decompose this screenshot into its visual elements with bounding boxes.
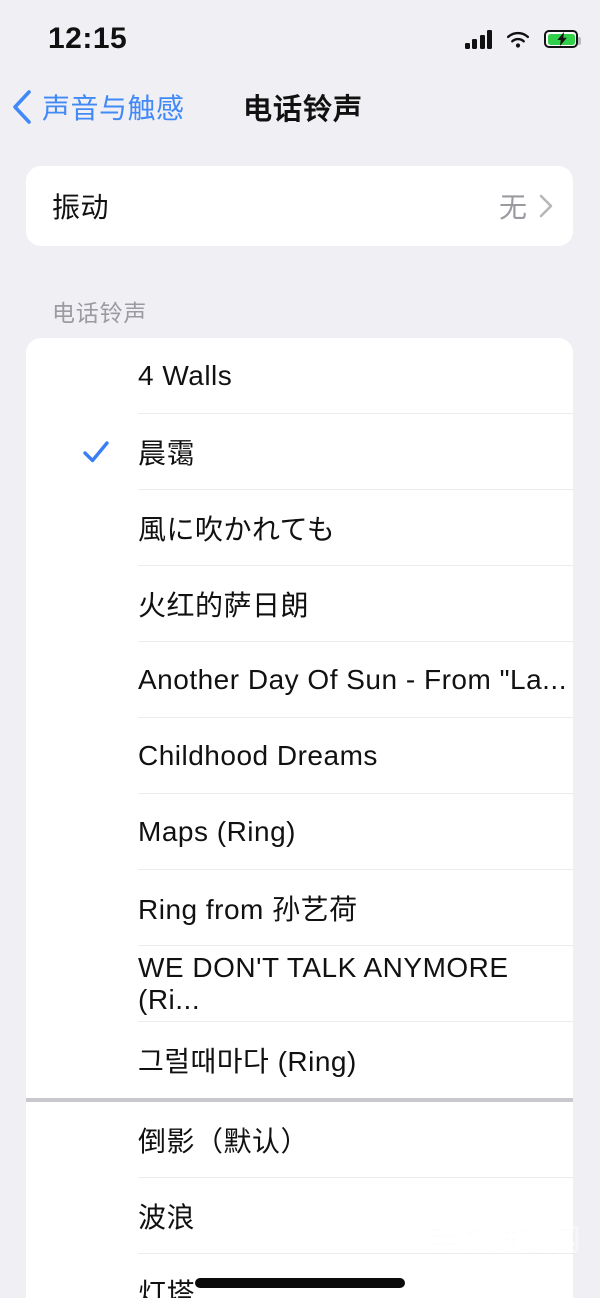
status-bar: 12:15 <box>0 0 600 72</box>
chevron-right-icon <box>539 194 553 218</box>
ringtone-section-header: 电话铃声 <box>52 300 148 326</box>
ringtone-name: 4 Walls <box>138 360 233 391</box>
ringtone-name: WE DON'T TALK ANYMORE (Ri... <box>138 952 509 1015</box>
vibration-row[interactable]: 振动 无 <box>26 166 573 246</box>
wifi-icon <box>507 31 529 48</box>
ringtone-row[interactable]: 灯塔 <box>26 1254 573 1298</box>
battery-charging-icon <box>544 30 581 48</box>
ringtone-row[interactable]: WE DON'T TALK ANYMORE (Ri... <box>26 946 573 1022</box>
chevron-left-icon <box>13 90 31 124</box>
ringtone-row[interactable]: 그럴때마다 (Ring) <box>26 1022 573 1098</box>
back-button[interactable]: 声音与触感 <box>12 74 185 140</box>
ringtone-name: 風に吹かれても <box>138 514 336 545</box>
ringtone-name: Childhood Dreams <box>138 740 378 771</box>
status-bar-time: 12:15 <box>48 22 128 55</box>
ringtone-row[interactable]: 波浪 <box>26 1178 573 1254</box>
ringtone-name: 火红的萨日朗 <box>138 590 310 621</box>
ringtone-row[interactable]: 4 Walls <box>26 338 573 414</box>
ringtone-list: 4 Walls 晨霭風に吹かれても 火红的萨日朗 Another Day Of Sun… <box>26 338 573 1298</box>
ringtone-row[interactable]: Another Day Of Sun - From "La... <box>26 642 573 718</box>
checkmark-icon <box>83 441 109 463</box>
ringtone-row[interactable]: Maps (Ring) <box>26 794 573 870</box>
ringtone-row[interactable]: Childhood Dreams <box>26 718 573 794</box>
ringtone-list-card: 4 Walls 晨霭風に吹かれても 火红的萨日朗 Another Day Of Sun… <box>26 338 573 1298</box>
vibration-row-accessory: 无 <box>499 166 553 246</box>
phone-screen: 12:15 声音与触感 电话铃声 振动 无 电话铃声 4 Walls 晨霭 風に… <box>0 0 600 1298</box>
vibration-value: 无 <box>498 192 527 223</box>
ringtone-name: 灯塔 <box>138 1278 196 1298</box>
vibration-card: 振动 无 <box>26 166 573 246</box>
ringtone-row[interactable]: 晨霭 <box>26 414 573 490</box>
page-title: 电话铃声 <box>243 94 364 126</box>
home-indicator-bar[interactable] <box>195 1278 405 1288</box>
back-button-label: 声音与触感 <box>42 93 185 124</box>
vibration-label: 振动 <box>52 192 110 223</box>
ringtone-name: 倒影（默认） <box>138 1126 310 1157</box>
ringtone-row[interactable]: 倒影（默认） <box>26 1102 573 1178</box>
ringtone-name: Maps (Ring) <box>138 816 296 847</box>
ringtone-row[interactable]: Ring from 孙艺荷 <box>26 870 573 946</box>
ringtone-name: 그럴때마다 (Ring) <box>138 1046 357 1077</box>
ringtone-row[interactable]: 風に吹かれても <box>26 490 573 566</box>
ringtone-name: Another Day Of Sun - From "La... <box>138 664 567 695</box>
cellular-signal-icon <box>464 29 492 49</box>
ringtone-name: 波浪 <box>138 1202 196 1233</box>
ringtone-name: Ring from 孙艺荷 <box>138 894 358 925</box>
navigation-bar: 声音与触感 电话铃声 <box>0 72 600 148</box>
ringtone-row[interactable]: 火红的萨日朗 <box>26 566 573 642</box>
status-bar-indicators <box>464 26 581 52</box>
ringtone-name: 晨霭 <box>138 438 196 469</box>
